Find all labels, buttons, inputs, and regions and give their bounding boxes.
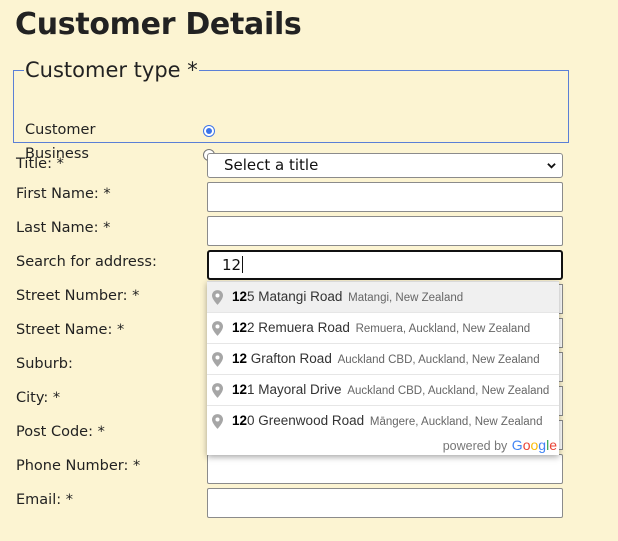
text-caret <box>242 256 244 273</box>
customer-type-fieldset: Customer type * Customer Business <box>13 58 569 162</box>
customer-option-label: Customer <box>25 122 96 138</box>
google-logo: Google <box>511 437 557 453</box>
address-suggestion[interactable]: 125 Matangi Road Matangi, New Zealand <box>207 282 559 313</box>
first-name-field[interactable] <box>207 182 563 212</box>
customer-type-legend: Customer type * <box>25 58 198 82</box>
map-pin-icon <box>212 352 223 367</box>
map-pin-icon <box>212 383 223 398</box>
powered-by-google: powered by Google <box>443 437 557 453</box>
suggestion-match: 12 <box>232 351 248 366</box>
post-code-label: Post Code: * <box>16 424 105 440</box>
suggestion-text: 122 Remuera Road Remuera, Auckland, New … <box>232 320 530 335</box>
first-name-label: First Name: * <box>16 186 111 202</box>
search-address-value: 12 <box>222 256 242 274</box>
page-title: Customer Details <box>15 7 302 42</box>
chevron-down-icon <box>547 163 556 169</box>
title-label: Title: * <box>16 156 64 172</box>
title-select[interactable]: Select a title <box>207 153 563 178</box>
map-pin-icon <box>212 321 223 336</box>
suggestion-secondary: Matangi, New Zealand <box>348 292 464 304</box>
street-number-label: Street Number: * <box>16 288 140 304</box>
map-pin-icon <box>212 414 223 429</box>
suggestion-main: Grafton Road <box>247 351 332 366</box>
search-address-input[interactable]: 12 <box>207 250 563 280</box>
address-autocomplete-dropdown: 125 Matangi Road Matangi, New Zealand 12… <box>207 281 559 455</box>
suggestion-main: 0 Greenwood Road <box>247 413 365 428</box>
last-name-field[interactable] <box>207 216 563 246</box>
street-name-label: Street Name: * <box>16 322 125 338</box>
suggestion-secondary: Remuera, Auckland, New Zealand <box>355 323 531 335</box>
powered-by-text: powered by <box>442 439 508 453</box>
suggestion-text: 125 Matangi Road Matangi, New Zealand <box>232 289 463 304</box>
suggestion-match: 12 <box>232 382 248 397</box>
suggestion-match: 12 <box>232 320 248 335</box>
search-address-label: Search for address: <box>16 254 157 270</box>
customer-radio[interactable] <box>203 125 215 137</box>
suggestion-main: 1 Mayoral Drive <box>247 382 342 397</box>
suburb-label: Suburb: <box>16 356 73 372</box>
phone-number-label: Phone Number: * <box>16 458 141 474</box>
last-name-label: Last Name: * <box>16 220 111 236</box>
suggestion-match: 12 <box>232 289 248 304</box>
suggestion-secondary: Auckland CBD, Auckland, New Zealand <box>347 385 550 397</box>
suggestion-secondary: Auckland CBD, Auckland, New Zealand <box>337 354 540 366</box>
suggestion-main: 2 Remuera Road <box>247 320 350 335</box>
phone-number-field[interactable] <box>207 454 563 484</box>
suggestion-match: 12 <box>232 413 248 428</box>
suggestion-text: 120 Greenwood Road Māngere, Auckland, Ne… <box>232 413 542 428</box>
city-label: City: * <box>16 390 61 406</box>
suggestion-secondary: Māngere, Auckland, New Zealand <box>369 416 543 428</box>
address-suggestion[interactable]: 122 Remuera Road Remuera, Auckland, New … <box>207 313 559 344</box>
address-suggestion[interactable]: 121 Mayoral Drive Auckland CBD, Auckland… <box>207 375 559 406</box>
map-pin-icon <box>212 290 223 305</box>
title-select-value: Select a title <box>224 156 319 174</box>
address-suggestion[interactable]: 120 Greenwood Road Māngere, Auckland, Ne… <box>207 406 559 437</box>
email-label: Email: * <box>16 492 73 508</box>
address-suggestion[interactable]: 12 Grafton Road Auckland CBD, Auckland, … <box>207 344 559 375</box>
email-field[interactable] <box>207 488 563 518</box>
suggestion-text: 12 Grafton Road Auckland CBD, Auckland, … <box>232 351 540 366</box>
suggestion-main: 5 Matangi Road <box>247 289 343 304</box>
suggestion-text: 121 Mayoral Drive Auckland CBD, Auckland… <box>232 382 549 397</box>
